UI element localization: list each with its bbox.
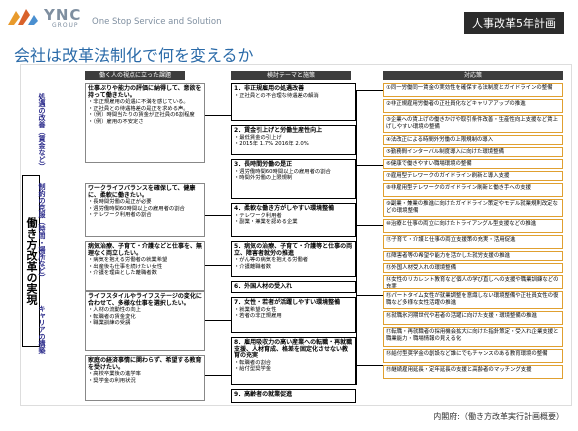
- theme-text: ・最低賃金の引上げ ・2015年 1.7% 2016年 2.0%: [234, 134, 309, 148]
- theme-box: 9．高齢者の就業促進: [231, 389, 356, 403]
- theme-title: 4．柔軟な働き方がしやすい環境整備: [234, 205, 335, 212]
- measure-item: ⑫障害者等の希望や能力を活かした就労支援の推進: [383, 251, 563, 261]
- measure-item: ⑦雇用型テレワークのガイドライン刷新と導入支援: [383, 171, 563, 181]
- theme-title: 9．高齢者の就業促進: [234, 391, 293, 398]
- theme-title: 2．賃金引上げと労働生産性向上: [234, 127, 323, 134]
- theme-box: 6．外国人材の受入れ: [231, 281, 356, 293]
- column-header: 検討テーマと施策: [231, 71, 351, 80]
- connector-line: [356, 90, 357, 385]
- theme-text: ・がん等の病気を抱える労働者 ・介護離職者数: [234, 257, 308, 270]
- column-header: 対応策: [383, 71, 563, 80]
- connector-line: [356, 165, 383, 166]
- measure-item: ⑤勤務間インターバル制度導入に向けた環境整備: [383, 147, 563, 157]
- issue-text: ・病気を抱える労働者の就業希望 ・出産後も仕事を続けたい女性 ・介護を理由とした…: [88, 257, 168, 276]
- theme-text: ・正社員との不合理な待遇差の解消: [234, 92, 319, 99]
- issue-title: ワークライフバランスを確保して、健康に、柔軟に働きたい。: [88, 185, 196, 199]
- measure-item: ⑨副業・兼業の推進に向けたガイドライン策定やモデル就業規則改定などの環境整備: [383, 199, 563, 217]
- measure-item: ⑭女性のリカレント教育など個人の学び直しへの支援や職業訓練などの充実: [383, 275, 563, 289]
- theme-text: ・転職者の割合 ・給付型奨学金: [234, 359, 272, 373]
- theme-box: 3．長時間労働の是正 ・週労働時間60時間以上の雇用者の割合 ・時間外労働の上限規…: [231, 159, 356, 199]
- issue-title: 仕事ぶりや能力の評価に納得して、意欲を持って働きたい。: [88, 85, 202, 99]
- connector-line: [205, 265, 231, 266]
- theme-box: 5．病気の治療、子育て・介護等と仕事の両立、障害者就労の推進 ・がん等の病気を抱え…: [231, 241, 356, 277]
- measure-item: ⑲継続雇用延長・定年延長の支援と高齢者のマッチング支援: [383, 365, 563, 379]
- diagram-panel: 働き方改革の実現 処遇の改善（賃金など） 制約の克服（時間・場所など） キャリア…: [20, 64, 572, 406]
- connector-line: [205, 215, 231, 216]
- column-header: 働く人の視点に立った課題: [85, 71, 185, 80]
- issue-box: ワークライフバランスを確保して、健康に、柔軟に働きたい。 ・長時間労働の是正が必…: [85, 183, 205, 237]
- measure-item: ②非正規雇用労働者の正社員化などキャリアアップの推進: [383, 99, 563, 113]
- issue-box: ライフスタイルやライフステージの変化に合わせて、多様な仕事を選択したい。 ・人材…: [85, 291, 205, 351]
- theme-title: 3．長時間労働の是正: [234, 161, 293, 168]
- slogan: One Stop Service and Solution: [92, 17, 222, 27]
- issue-text: ・人材の流動性の向上 ・転職者の賃金変化 ・職業訓練の受講: [88, 307, 141, 326]
- header: YNC GROUP One Stop Service and Solution …: [0, 0, 578, 36]
- issue-box: 仕事ぶりや能力の評価に納得して、意欲を持って働きたい。 ・非正規雇用の処遇に不満…: [85, 83, 205, 163]
- measure-item: ⑱給付型奨学金の創設など誰にでもチャンスのある教育環境の整備: [383, 349, 563, 363]
- issue-text: ・長時間労働の是正が必要 ・週労働時間60時間以上の雇用者の割合 ・テレワーク利…: [88, 199, 185, 218]
- measure-item: ⑮パートタイム女性が就業調整を意識しない環境整備や正社員女性の復職など多様な女性…: [383, 291, 563, 309]
- connector-line: [356, 90, 383, 91]
- measure-item: ④法改正による時間外労働の上限規制の導入: [383, 135, 563, 145]
- measure-item: ⑩治療と仕事の両立に向けたトライアングル型支援などの推進: [383, 219, 563, 233]
- measure-item: ⑬外国人材受入れの環境整備: [383, 263, 563, 273]
- theme-title: 6．外国人材の受入れ: [234, 283, 293, 290]
- issue-box: 家庭の経済事情に関わらず、希望する教育を受けたい。 ・高校卒業後の進学率 ・奨学…: [85, 355, 205, 401]
- theme-box: 8．雇用吸収力の高い産業への転職・再就職支援、人材育成、格差を固定化させない教育…: [231, 337, 356, 385]
- issue-box: 病気治療、子育て・介護などと仕事を、無理なく両立したい。 ・病気を抱える労働者の…: [85, 241, 205, 291]
- plan-badge: 人事改革5年計画: [464, 12, 564, 34]
- issue-text: ・非正規雇用の処遇に不満を感じている。 ・正社員との待遇格差の是正を求める声。 …: [88, 99, 195, 125]
- theme-title: 5．病気の治療、子育て・介護等と仕事の両立、障害者就労の推進: [234, 243, 353, 257]
- theme-title: 8．雇用吸収力の高い産業への転職・再就職支援、人材育成、格差を固定化させない教育…: [234, 339, 353, 359]
- category-label: 制約の克服（時間・場所など）: [38, 183, 46, 281]
- measure-item: ③企業への賃上げの働きかけや取引条件改善・生産性向上支援など賃上げしやすい環境の…: [383, 115, 563, 133]
- theme-text: ・就業希望の女性 ・若者の非正規雇用: [234, 306, 282, 320]
- issue-text: ・高校卒業後の進学率 ・奨学金の利用状況: [88, 371, 141, 384]
- connector-line: [205, 115, 231, 116]
- measure-item: ⑰転職・再就職者の採用機会拡大に向けた指針策定・受入れ企業支援と職業能力・職場情…: [383, 327, 563, 347]
- connector-line: [356, 225, 383, 226]
- source-caption: 内閣府:（働き方改革実行計画概要）: [433, 412, 564, 421]
- theme-title: 7．女性・若者が活躍しやすい環境整備: [234, 299, 341, 306]
- theme-box: 4．柔軟な働き方がしやすい環境整備 ・テレワーク利用者 ・副業・兼業を認める企業: [231, 203, 356, 237]
- connector-line: [356, 295, 383, 296]
- measure-item: ⑯就職氷河期世代や若者の活躍に向けた支援・環境整備の推進: [383, 311, 563, 325]
- measure-item: ⑥健康で働きやすい職場環境の整備: [383, 159, 563, 169]
- connector-line: [205, 375, 231, 376]
- issue-title: 家庭の経済事情に関わらず、希望する教育を受けたい。: [88, 357, 202, 371]
- issue-title: ライフスタイルやライフステージの変化に合わせて、多様な仕事を選択したい。: [88, 293, 202, 307]
- category-label: 処遇の改善（賃金など）: [38, 93, 46, 170]
- logo-icon: [8, 9, 38, 25]
- measure-item: ①同一労働同一賃金の実効性を確保する法制度とガイドラインの整備: [383, 83, 563, 97]
- measure-item: ⑪子育て・介護と仕事の両立支援策の充実・活用促進: [383, 235, 563, 249]
- connector-line: [356, 365, 383, 366]
- logo-sub: GROUP: [52, 22, 79, 29]
- theme-box: 2．賃金引上げと労働生産性向上 ・最低賃金の引上げ ・2015年 1.7% 201…: [231, 125, 356, 155]
- theme-box: 7．女性・若者が活躍しやすい環境整備 ・就業希望の女性 ・若者の非正規雇用: [231, 297, 356, 333]
- theme-box: 1．非正規雇用の処遇改善 ・正社員との不合理な待遇差の解消: [231, 83, 356, 121]
- connector-line: [205, 320, 231, 321]
- page-title: 会社は改革法制化で何を変えるか: [14, 46, 254, 65]
- theme-title: 1．非正規雇用の処遇改善: [234, 85, 305, 92]
- measure-item: ⑧非雇用型テレワークのガイドライン刷新と働き手への支援: [383, 183, 563, 197]
- issue-title: 病気治療、子育て・介護などと仕事を、無理なく両立したい。: [88, 243, 203, 257]
- theme-text: ・週労働時間60時間以上の雇用者の割合 ・時間外労働の上限規制: [234, 168, 331, 182]
- theme-text: ・テレワーク利用者 ・副業・兼業を認める企業: [234, 212, 298, 226]
- category-label: キャリアの構築: [38, 305, 46, 354]
